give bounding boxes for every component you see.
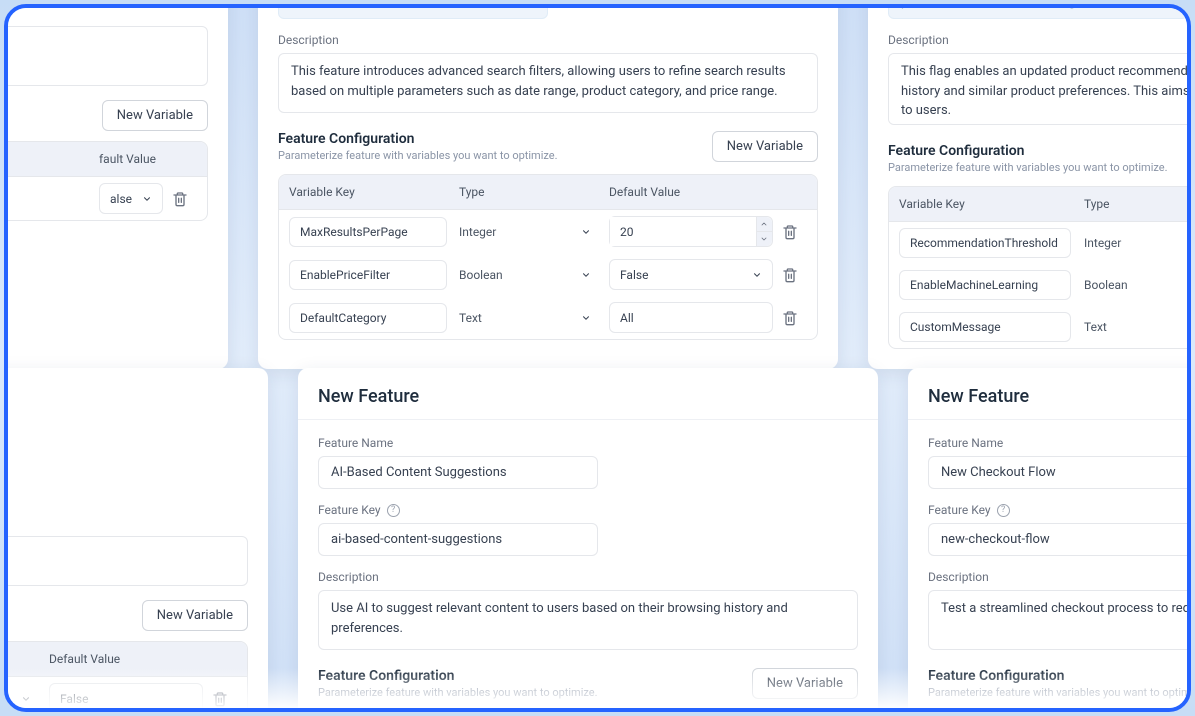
description-textarea[interactable]: Test a streamlined checkout process to r… <box>928 590 1191 650</box>
description-label: Description <box>928 570 1191 584</box>
description-textarea[interactable]: This flag enables an updated product rec… <box>888 53 1191 125</box>
delete-variable-button[interactable] <box>773 224 807 240</box>
default-value-header: Default Value <box>49 652 203 666</box>
variable-type-select[interactable]: Integer <box>459 225 609 239</box>
chevron-down-icon <box>581 227 591 237</box>
feature-key-input[interactable] <box>318 523 598 556</box>
feature-key-input[interactable] <box>278 4 548 19</box>
variable-key-input[interactable] <box>289 217 447 247</box>
feature-config-subtitle: Parameterize feature with variables you … <box>278 149 558 162</box>
variable-row: Integer <box>279 210 817 253</box>
delete-variable-button[interactable] <box>773 267 807 283</box>
variable-type-select[interactable]: Boolean <box>459 268 609 282</box>
description-textarea[interactable]: This feature introduces advanced search … <box>278 53 818 113</box>
feature-key-label: Feature Key <box>928 503 991 517</box>
help-icon[interactable]: ? <box>997 504 1010 517</box>
default-value-input[interactable] <box>609 302 773 333</box>
chevron-down-icon <box>581 313 591 323</box>
new-variable-button[interactable]: New Variable <box>102 100 208 131</box>
feature-config-title: Feature Configuration <box>928 668 1191 684</box>
new-variable-button[interactable]: New Variable <box>712 131 818 162</box>
default-value-header: Default Value <box>609 185 773 199</box>
chevron-down-icon <box>581 270 591 280</box>
description-textarea[interactable]: Use AI to suggest relevant content to us… <box>318 590 858 650</box>
feature-card: Description This flag enables an updated… <box>868 4 1191 369</box>
chevron-down-icon <box>142 194 152 204</box>
feature-config-subtitle: Parameterize feature with variables you … <box>888 161 1168 174</box>
description-label: Description <box>278 33 818 47</box>
new-variable-button[interactable]: New Variable <box>142 600 248 631</box>
card-title: New Feature <box>318 386 858 407</box>
number-input[interactable] <box>610 217 756 246</box>
delete-variable-button[interactable] <box>163 191 197 207</box>
variable-key-input[interactable] <box>289 303 447 333</box>
feature-card: Description This feature introduces adva… <box>258 4 838 369</box>
stepper-down[interactable] <box>757 232 772 246</box>
chevron-up-icon <box>760 220 768 228</box>
default-value-select[interactable]: False <box>49 683 203 712</box>
description-label: Description <box>888 33 1191 47</box>
delete-variable-button[interactable] <box>773 310 807 326</box>
feature-card: sive experience. New Variable Default Va… <box>4 368 268 712</box>
variable-type-select[interactable]: Text <box>1084 320 1191 334</box>
feature-name-input[interactable] <box>928 456 1191 489</box>
type-header: Type <box>459 185 609 199</box>
feature-config-subtitle: Parameterize feature with variables you … <box>318 686 598 699</box>
variable-type-select[interactable]: Boolean <box>1084 278 1191 292</box>
chevron-down-icon <box>760 235 768 243</box>
description-textarea[interactable]: n enhances accessibility and <box>4 26 208 86</box>
variable-type-select[interactable]: Text <box>459 311 609 325</box>
chevron-down-icon <box>21 694 31 704</box>
description-label: Description <box>318 570 858 584</box>
type-header: Type <box>1084 197 1191 211</box>
new-variable-button[interactable]: New Variable <box>752 668 858 699</box>
feature-config-title: Feature Configuration <box>888 143 1168 159</box>
feature-config-title: Feature Configuration <box>278 131 558 147</box>
feature-name-label: Feature Name <box>928 436 1191 450</box>
variable-key-input[interactable] <box>899 228 1071 258</box>
variable-row: Integer <box>889 222 1191 264</box>
feature-name-input[interactable] <box>318 456 598 489</box>
variable-key-input[interactable] <box>899 312 1071 342</box>
feature-key-input[interactable] <box>928 523 1191 556</box>
variable-row: Text <box>889 306 1191 348</box>
variable-key-header: Variable Key <box>899 197 1084 211</box>
feature-card: New Feature Feature Name Feature Key ? D… <box>908 368 1191 712</box>
card-title: New Feature <box>928 386 1191 407</box>
description-textarea[interactable]: sive experience. <box>4 536 248 586</box>
feature-config-title: Feature Configuration <box>318 668 598 684</box>
variable-key-input[interactable] <box>899 270 1071 300</box>
default-value-number[interactable] <box>609 216 773 247</box>
chevron-down-icon <box>752 270 762 280</box>
stepper-up[interactable] <box>757 217 772 232</box>
variable-key-input[interactable] <box>289 260 447 290</box>
feature-card: New Feature Feature Name Feature Key ? D… <box>298 368 878 712</box>
feature-key-input[interactable] <box>888 4 1188 19</box>
variable-type-select[interactable]: Boolean <box>4 692 49 706</box>
variable-type-select[interactable]: Integer <box>1084 236 1191 250</box>
feature-name-label: Feature Name <box>318 436 858 450</box>
variable-row: Boolean <box>889 264 1191 306</box>
help-icon[interactable]: ? <box>387 504 400 517</box>
variable-key-header: Variable Key <box>289 185 459 199</box>
variable-row: Text <box>279 296 817 339</box>
feature-card: n enhances accessibility and New Variabl… <box>4 4 228 369</box>
default-value-header: fault Value <box>99 152 163 166</box>
default-value-select[interactable]: alse <box>99 183 163 214</box>
feature-config-subtitle: Parameterize feature with variables you … <box>928 686 1191 699</box>
feature-key-label: Feature Key <box>318 503 381 517</box>
delete-variable-button[interactable] <box>203 691 237 707</box>
variable-row: Boolean False <box>4 677 247 712</box>
default-value-select[interactable]: False <box>609 259 773 290</box>
variable-row: Boolean False <box>279 253 817 296</box>
